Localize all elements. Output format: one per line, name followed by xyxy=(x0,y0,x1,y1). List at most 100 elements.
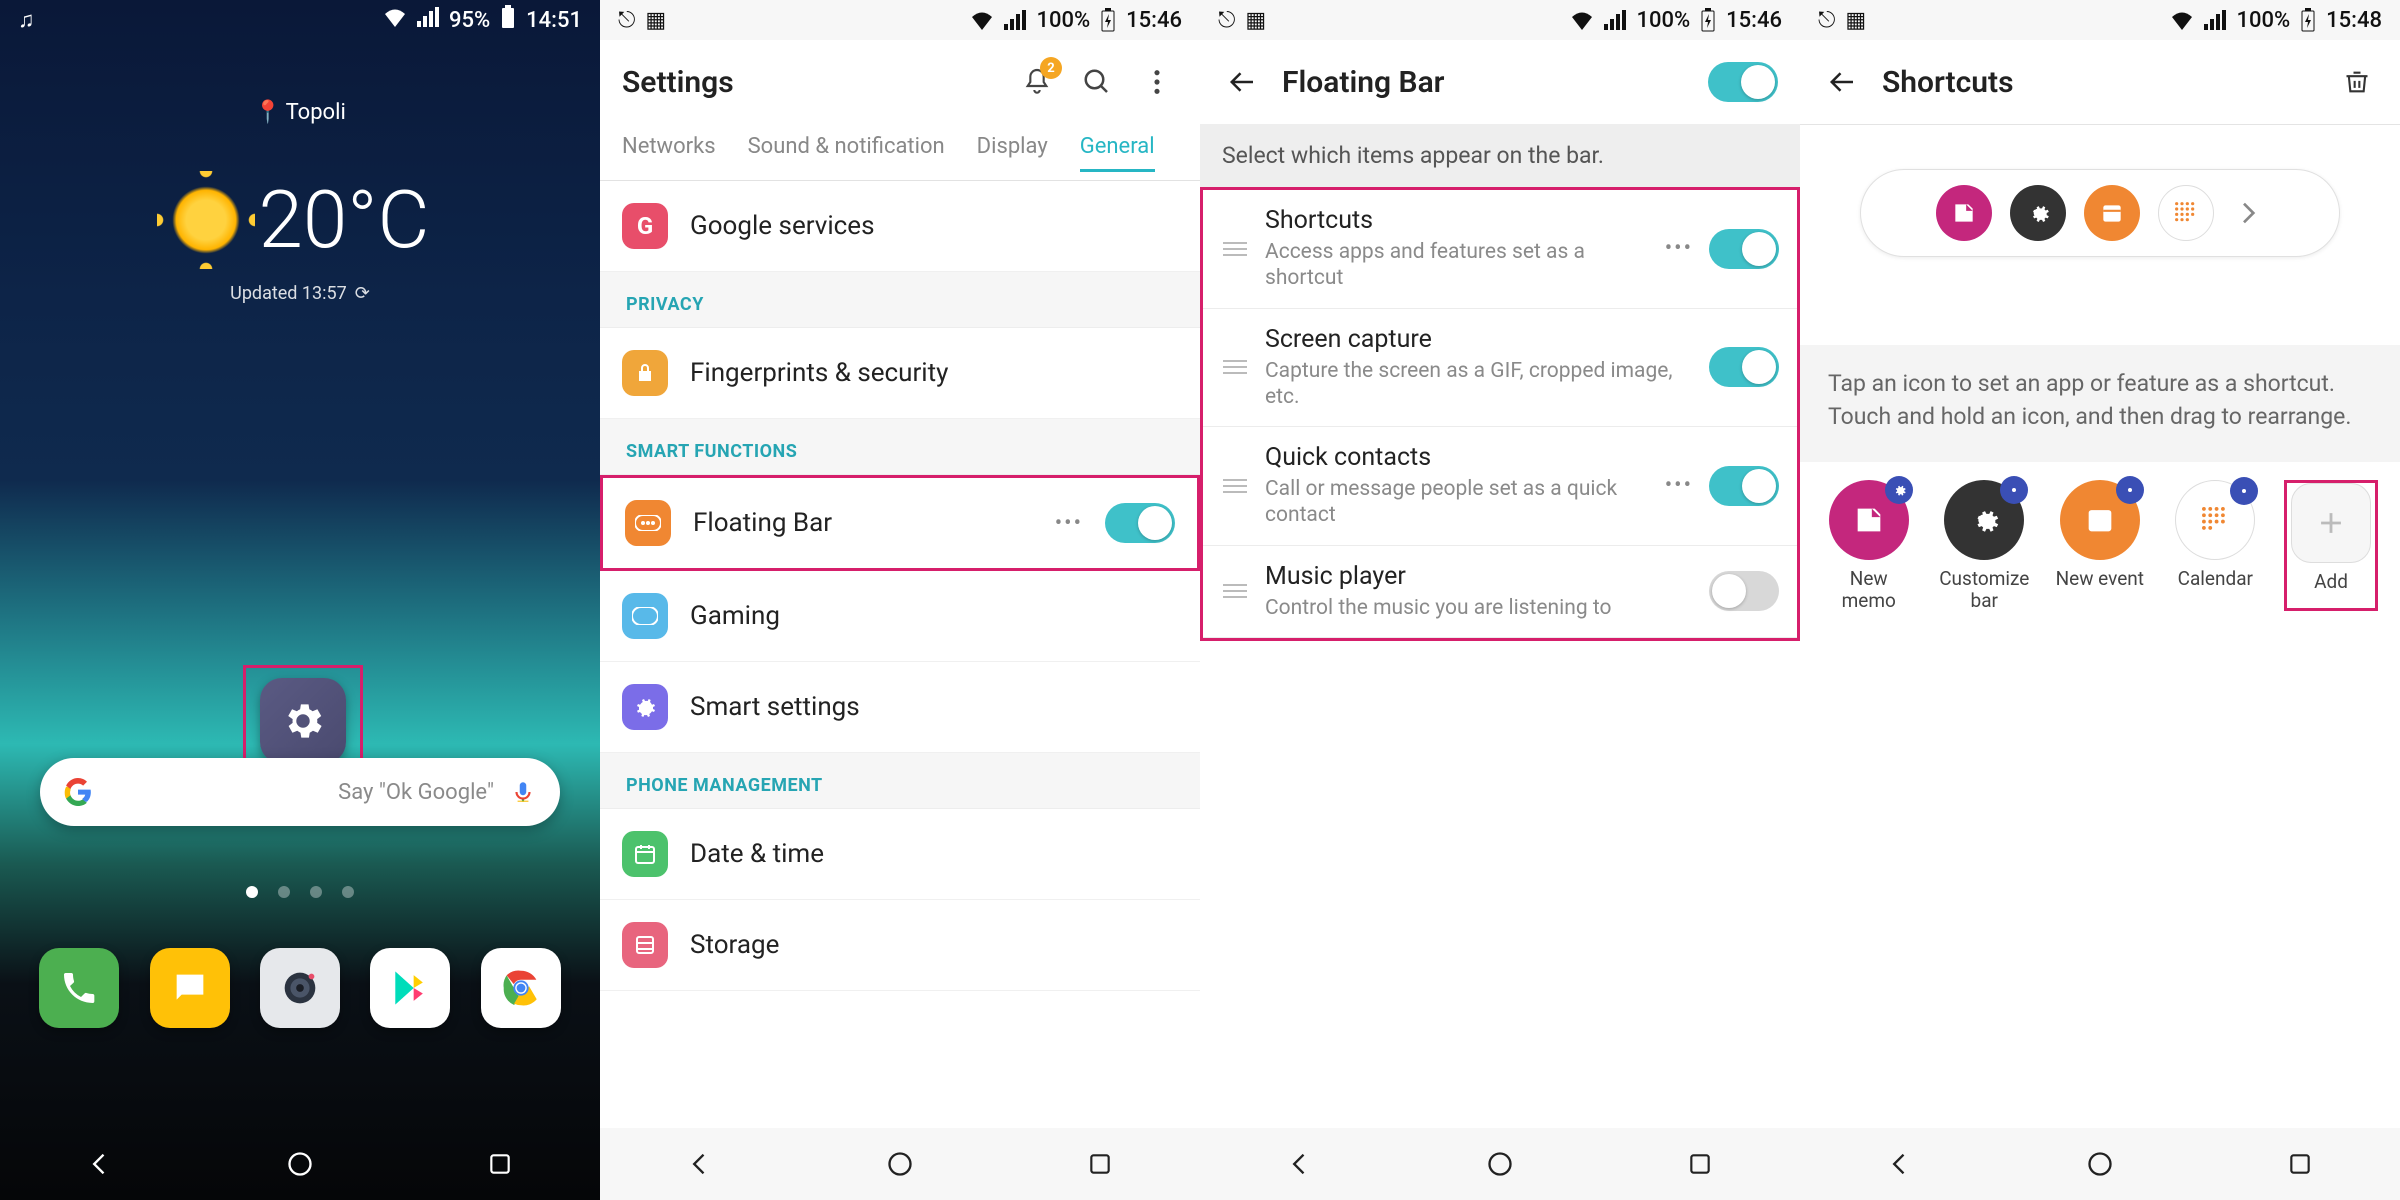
quickbar-event-icon[interactable] xyxy=(2084,185,2140,241)
shortcuts-header: Shortcuts xyxy=(1800,40,2400,124)
shortcut-new-memo[interactable]: New memo xyxy=(1822,480,1916,612)
back-button[interactable] xyxy=(82,1146,118,1182)
status-bar: ♫ 95% 14:51 xyxy=(0,0,600,40)
tab-general[interactable]: General xyxy=(1080,124,1155,172)
home-button[interactable] xyxy=(2082,1146,2118,1182)
back-arrow[interactable] xyxy=(1822,61,1864,103)
messaging-app[interactable] xyxy=(150,948,230,1028)
row-floating-bar[interactable]: Floating Bar ••• xyxy=(600,475,1200,571)
quickbar-memo-icon[interactable] xyxy=(1936,185,1992,241)
back-button[interactable] xyxy=(1882,1146,1918,1182)
google-search-bar[interactable]: Say "Ok Google" xyxy=(40,758,560,826)
row-smart-settings[interactable]: Smart settings xyxy=(600,662,1200,753)
page-title: Floating Bar xyxy=(1282,65,1690,100)
notifications-button[interactable]: 2 xyxy=(1016,61,1058,103)
quickbar-customize-icon[interactable] xyxy=(2010,185,2066,241)
battery-icon xyxy=(500,5,516,35)
floating-bar-screen: ⎋▦ 100% 15:46 Floating Bar Select which … xyxy=(1200,0,1800,1200)
play-store-app[interactable] xyxy=(370,948,450,1028)
tab-networks[interactable]: Networks xyxy=(622,124,716,172)
settings-list[interactable]: G Google services PRIVACY Fingerprints &… xyxy=(600,181,1200,1128)
drag-handle-icon[interactable] xyxy=(1221,584,1249,598)
floating-bar-subtitle: Select which items appear on the bar. xyxy=(1200,124,1800,187)
drag-handle-icon[interactable] xyxy=(1221,360,1249,374)
back-button[interactable] xyxy=(1282,1146,1318,1182)
home-screen: ♫ 95% 14:51 📍 Topoli 20°C Updated 13:57 xyxy=(0,0,600,1200)
clock: 14:51 xyxy=(526,8,582,33)
recent-button[interactable] xyxy=(1082,1146,1118,1182)
floating-bar-header: Floating Bar xyxy=(1200,40,1800,124)
floating-bar-switch[interactable] xyxy=(1105,503,1175,543)
row-fingerprints[interactable]: Fingerprints & security xyxy=(600,328,1200,419)
fb-item-shortcuts[interactable]: Shortcuts Access apps and features set a… xyxy=(1203,190,1797,309)
section-privacy: PRIVACY xyxy=(600,272,1200,328)
recent-button[interactable] xyxy=(2282,1146,2318,1182)
delete-button[interactable] xyxy=(2336,61,2378,103)
recent-button[interactable] xyxy=(482,1146,518,1182)
signal-icon xyxy=(1604,10,1626,30)
row-gaming[interactable]: Gaming xyxy=(600,571,1200,662)
add-button[interactable] xyxy=(2291,483,2371,563)
fb-item-screen-capture[interactable]: Screen capture Capture the screen as a G… xyxy=(1203,309,1797,428)
quickbar-calendar-icon[interactable] xyxy=(2158,185,2214,241)
weather-updated[interactable]: Updated 13:57 ⟳ xyxy=(230,283,370,304)
shortcuts-screen: ⎋▦ 100% 15:48 Shortcuts Tap an icon to s… xyxy=(1800,0,2400,1200)
picture-icon: ▦ xyxy=(1245,8,1266,33)
home-button[interactable] xyxy=(1482,1146,1518,1182)
nav-bar xyxy=(1800,1128,2400,1200)
section-smart-functions: SMART FUNCTIONS xyxy=(600,419,1200,475)
row-date-time[interactable]: Date & time xyxy=(600,809,1200,900)
gear-icon xyxy=(260,678,346,764)
gaming-icon xyxy=(622,593,668,639)
more-icon[interactable]: ••• xyxy=(1055,511,1083,536)
search-button[interactable] xyxy=(1076,61,1118,103)
drag-handle-icon[interactable] xyxy=(1221,479,1249,493)
page-indicator xyxy=(0,886,600,898)
recent-button[interactable] xyxy=(1682,1146,1718,1182)
more-button[interactable] xyxy=(1136,61,1178,103)
home-button[interactable] xyxy=(282,1146,318,1182)
shortcut-calendar[interactable]: Calendar xyxy=(2169,480,2263,612)
quick-contacts-switch[interactable] xyxy=(1709,466,1779,506)
storage-icon xyxy=(622,922,668,968)
tab-sound[interactable]: Sound & notification xyxy=(748,124,945,172)
screen-capture-switch[interactable] xyxy=(1709,347,1779,387)
usb-icon: ⎋ xyxy=(618,8,635,33)
weather-location[interactable]: 📍 Topoli xyxy=(254,100,346,125)
lock-icon xyxy=(622,350,668,396)
mic-icon[interactable] xyxy=(510,779,536,805)
fb-item-music-player[interactable]: Music player Control the music you are l… xyxy=(1203,546,1797,638)
more-icon[interactable]: ••• xyxy=(1665,236,1693,261)
gear-badge-icon xyxy=(2000,476,2028,504)
row-storage[interactable]: Storage xyxy=(600,900,1200,991)
floating-bar-icon xyxy=(625,500,671,546)
drag-handle-icon[interactable] xyxy=(1221,242,1249,256)
tab-display[interactable]: Display xyxy=(977,124,1048,172)
more-icon[interactable]: ••• xyxy=(1665,473,1693,498)
google-icon: G xyxy=(622,203,668,249)
dock xyxy=(0,948,600,1028)
refresh-icon: ⟳ xyxy=(355,283,370,304)
shortcut-add-highlight[interactable]: Add xyxy=(2284,480,2378,612)
music-player-switch[interactable] xyxy=(1709,571,1779,611)
picture-icon: ▦ xyxy=(645,8,666,33)
gear-badge-icon xyxy=(1885,476,1913,504)
settings-tabs: Networks Sound & notification Display Ge… xyxy=(600,124,1200,181)
shortcuts-switch[interactable] xyxy=(1709,229,1779,269)
shortcut-new-event[interactable]: New event xyxy=(2053,480,2147,612)
back-arrow[interactable] xyxy=(1222,61,1264,103)
back-button[interactable] xyxy=(682,1146,718,1182)
fb-item-quick-contacts[interactable]: Quick contacts Call or message people se… xyxy=(1203,427,1797,546)
home-button[interactable] xyxy=(882,1146,918,1182)
signal-icon xyxy=(2204,10,2226,30)
smart-settings-icon xyxy=(622,684,668,730)
status-bar: ⎋ ▦ 100% 15:46 xyxy=(600,0,1200,40)
chevron-right-icon[interactable] xyxy=(2232,197,2264,229)
floating-bar-master-switch[interactable] xyxy=(1708,62,1778,102)
music-status-icon: ♫ xyxy=(18,7,35,33)
camera-app[interactable] xyxy=(260,948,340,1028)
chrome-app[interactable] xyxy=(481,948,561,1028)
row-google-services[interactable]: G Google services xyxy=(600,181,1200,272)
phone-app[interactable] xyxy=(39,948,119,1028)
shortcut-customize-bar[interactable]: Customize bar xyxy=(1938,480,2032,612)
